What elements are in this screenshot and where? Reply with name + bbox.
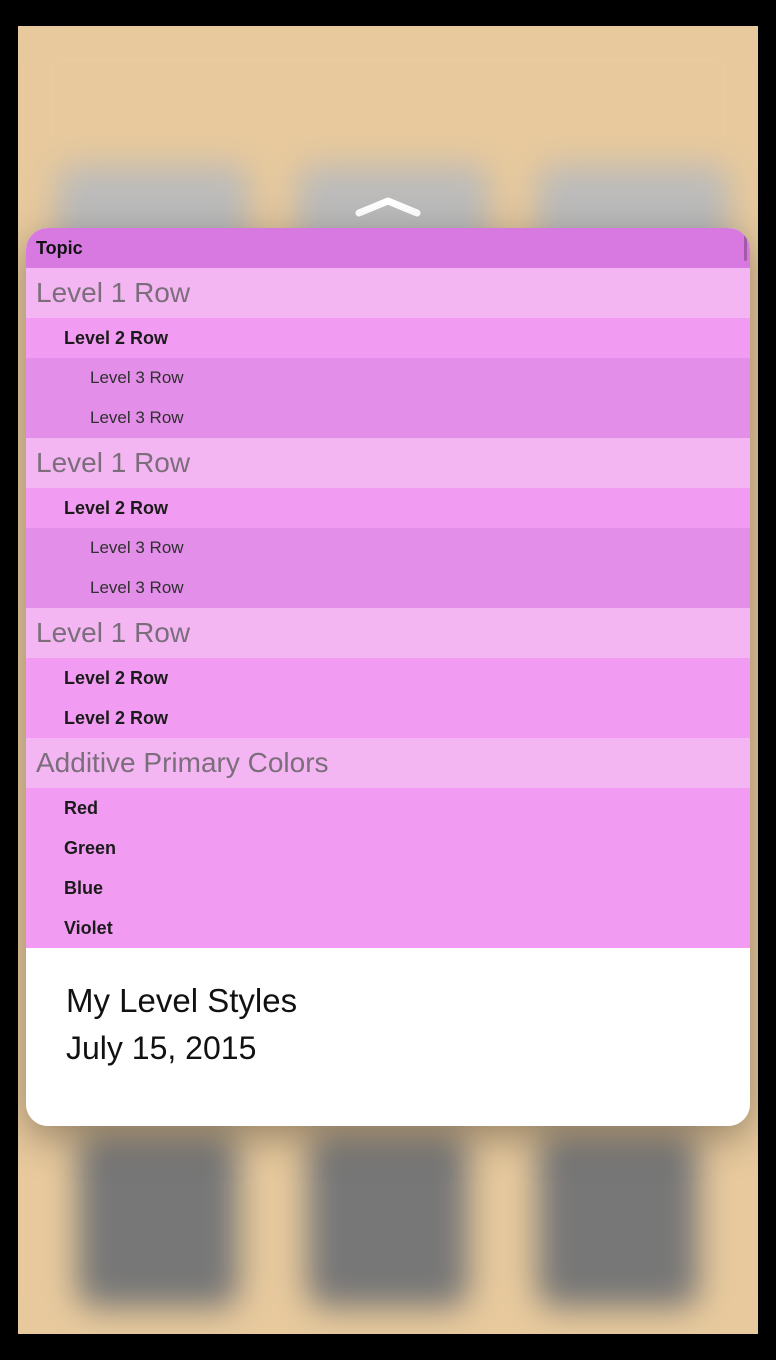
outline-row-level-2: Level 2 Row: [26, 658, 750, 698]
row-text: Level 2 Row: [64, 328, 168, 349]
column-divider: [744, 235, 747, 261]
document-preview-card[interactable]: Topic Level 1 Row Level 2 Row Level 3 Ro…: [26, 228, 750, 1126]
row-text: Level 3 Row: [90, 578, 184, 598]
row-text: Green: [64, 838, 116, 859]
row-text: Level 1 Row: [36, 447, 190, 479]
outline-row-level-1: Level 1 Row: [26, 268, 750, 318]
outline-row-level-3: Level 3 Row: [26, 568, 750, 608]
outline-row-level-1: Additive Primary Colors: [26, 738, 750, 788]
row-text: Level 3 Row: [90, 368, 184, 388]
outline-row-level-2: Violet: [26, 908, 750, 948]
row-text: Level 2 Row: [64, 668, 168, 689]
row-text: Level 3 Row: [90, 408, 184, 428]
outline-row-level-2: Level 2 Row: [26, 698, 750, 738]
outline-row-level-2: Green: [26, 828, 750, 868]
column-header-topic: Topic: [26, 228, 750, 268]
outline-row-level-2: Level 2 Row: [26, 318, 750, 358]
row-text: Level 3 Row: [90, 538, 184, 558]
device-frame: Topic Level 1 Row Level 2 Row Level 3 Ro…: [0, 0, 776, 1360]
outline-row-level-3: Level 3 Row: [26, 358, 750, 398]
row-text: Level 1 Row: [36, 277, 190, 309]
row-text: Violet: [64, 918, 113, 939]
chevron-up-icon[interactable]: [348, 192, 428, 222]
row-text: Level 2 Row: [64, 498, 168, 519]
outline-row-level-1: Level 1 Row: [26, 608, 750, 658]
outline-row-level-1: Level 1 Row: [26, 438, 750, 488]
outline-row-level-2: Level 2 Row: [26, 488, 750, 528]
outline-row-level-2: Red: [26, 788, 750, 828]
outline-row-level-3: Level 3 Row: [26, 528, 750, 568]
row-text: Additive Primary Colors: [36, 747, 329, 779]
outline-row-level-3: Level 3 Row: [26, 398, 750, 438]
document-footer: My Level Styles July 15, 2015: [26, 954, 750, 1126]
row-text: Red: [64, 798, 98, 819]
row-text: Blue: [64, 878, 103, 899]
document-title: My Level Styles: [66, 982, 710, 1020]
screen: Topic Level 1 Row Level 2 Row Level 3 Ro…: [18, 26, 758, 1334]
row-text: Level 2 Row: [64, 708, 168, 729]
outline-row-level-2: Blue: [26, 868, 750, 908]
document-date: July 15, 2015: [66, 1030, 710, 1067]
row-text: Level 1 Row: [36, 617, 190, 649]
column-header-label: Topic: [36, 238, 83, 259]
outline-preview: Topic Level 1 Row Level 2 Row Level 3 Ro…: [26, 228, 750, 954]
